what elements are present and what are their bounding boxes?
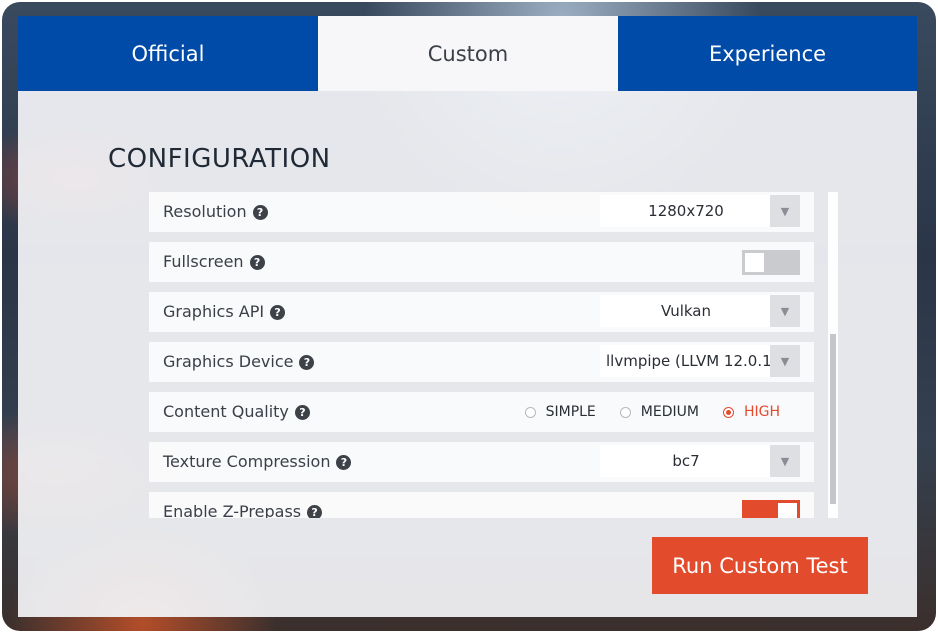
- help-icon[interactable]: ?: [336, 454, 352, 470]
- tab-official[interactable]: Official: [18, 16, 318, 91]
- setting-row-content-quality: Content Quality ? SIMPLE MEDIUM HIGH: [149, 392, 814, 432]
- toggle-knob: [778, 503, 797, 518]
- tab-experience[interactable]: Experience: [618, 16, 917, 91]
- setting-label: Texture Compression ?: [163, 442, 352, 482]
- resolution-label: Resolution: [163, 202, 247, 221]
- setting-label: Content Quality ?: [163, 392, 310, 432]
- resolution-select[interactable]: 1280x720 ▼: [600, 195, 800, 227]
- app-window: Official Custom Experience CONFIGURATION…: [2, 2, 936, 631]
- setting-row-resolution: Resolution ? 1280x720 ▼: [149, 192, 814, 232]
- setting-label: Enable Z-Prepass ?: [163, 492, 323, 518]
- content-quality-label: Content Quality: [163, 402, 289, 421]
- texture-compression-select[interactable]: bc7 ▼: [600, 445, 800, 477]
- quality-option-label: SIMPLE: [545, 404, 596, 420]
- setting-label: Graphics API ?: [163, 292, 286, 332]
- setting-label: Fullscreen ?: [163, 242, 265, 282]
- chevron-down-icon: ▼: [770, 445, 800, 477]
- benchmark-panel: Official Custom Experience CONFIGURATION…: [18, 16, 917, 617]
- graphics-device-label: Graphics Device: [163, 352, 294, 371]
- content-quality-radio-group: SIMPLE MEDIUM HIGH: [524, 392, 780, 432]
- texture-compression-label: Texture Compression: [163, 452, 331, 471]
- setting-row-texture-compression: Texture Compression ? bc7 ▼: [149, 442, 814, 482]
- graphics-api-select[interactable]: Vulkan ▼: [600, 295, 800, 327]
- z-prepass-label: Enable Z-Prepass: [163, 502, 302, 518]
- setting-row-z-prepass: Enable Z-Prepass ?: [149, 492, 814, 518]
- chevron-down-icon: ▼: [770, 345, 800, 377]
- graphics-api-label: Graphics API: [163, 302, 265, 321]
- quality-option-label: MEDIUM: [640, 404, 699, 420]
- help-icon[interactable]: ?: [299, 354, 315, 370]
- help-icon[interactable]: ?: [307, 504, 323, 518]
- quality-option-simple[interactable]: SIMPLE: [524, 404, 596, 420]
- section-title: CONFIGURATION: [108, 144, 331, 174]
- fullscreen-label: Fullscreen: [163, 252, 244, 271]
- quality-option-label: HIGH: [743, 404, 780, 420]
- setting-row-graphics-api: Graphics API ? Vulkan ▼: [149, 292, 814, 332]
- fullscreen-toggle[interactable]: [742, 250, 800, 275]
- tab-custom[interactable]: Custom: [318, 16, 618, 91]
- graphics-device-select[interactable]: llvmpipe (LLVM 12.0.1, ▼: [600, 345, 800, 377]
- setting-label: Resolution ?: [163, 192, 268, 232]
- toggle-knob: [745, 253, 764, 272]
- setting-row-graphics-device: Graphics Device ? llvmpipe (LLVM 12.0.1,…: [149, 342, 814, 382]
- quality-option-medium[interactable]: MEDIUM: [619, 404, 699, 420]
- scrollbar-thumb[interactable]: [830, 334, 836, 504]
- help-icon[interactable]: ?: [249, 254, 265, 270]
- radio-button-icon: [722, 406, 734, 418]
- help-icon[interactable]: ?: [270, 304, 286, 320]
- run-custom-test-button[interactable]: Run Custom Test: [652, 537, 868, 594]
- help-icon[interactable]: ?: [252, 204, 268, 220]
- quality-option-high[interactable]: HIGH: [722, 404, 780, 420]
- settings-list: Resolution ? 1280x720 ▼ Fullscreen ? Gra…: [149, 192, 834, 518]
- chevron-down-icon: ▼: [770, 295, 800, 327]
- help-icon[interactable]: ?: [294, 404, 310, 420]
- radio-button-icon: [619, 406, 631, 418]
- chevron-down-icon: ▼: [770, 195, 800, 227]
- setting-row-fullscreen: Fullscreen ?: [149, 242, 814, 282]
- setting-label: Graphics Device ?: [163, 342, 315, 382]
- radio-button-icon: [524, 406, 536, 418]
- z-prepass-toggle[interactable]: [742, 500, 800, 518]
- settings-scrollbar[interactable]: [828, 192, 838, 518]
